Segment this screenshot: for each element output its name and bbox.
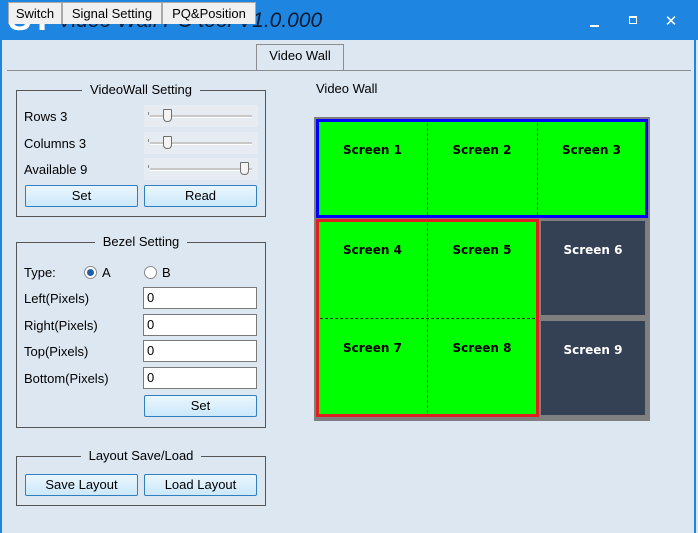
tab-divider bbox=[7, 70, 691, 71]
right-pixels-label: Right(Pixels) bbox=[24, 318, 98, 333]
type-b-label: B bbox=[162, 265, 171, 280]
available-slider[interactable] bbox=[144, 158, 258, 180]
right-pixels-input[interactable]: 0 bbox=[143, 314, 257, 336]
load-layout-button[interactable]: Load Layout bbox=[144, 474, 257, 496]
top-pixels-input[interactable]: 0 bbox=[143, 340, 257, 362]
maximize-button[interactable] bbox=[622, 10, 646, 32]
layout-save-load-title: Layout Save/Load bbox=[80, 448, 202, 463]
rows-slider-thumb[interactable] bbox=[163, 109, 172, 122]
close-button[interactable]: ✕ bbox=[659, 10, 683, 32]
tab-pq-position[interactable]: PQ&Position bbox=[162, 2, 256, 24]
screen-7[interactable]: Screen 7 bbox=[318, 319, 427, 415]
top-pixels-label: Top(Pixels) bbox=[24, 344, 89, 359]
rows-slider[interactable] bbox=[144, 105, 258, 127]
video-wall-title: Video Wall bbox=[316, 81, 378, 96]
left-pixels-input[interactable]: 0 bbox=[143, 287, 257, 309]
columns-slider[interactable] bbox=[144, 132, 258, 154]
screen-9[interactable]: Screen 9 bbox=[541, 321, 645, 415]
minimize-icon bbox=[590, 25, 599, 27]
tab-signal-setting[interactable]: Signal Setting bbox=[62, 2, 162, 24]
videowall-read-button[interactable]: Read bbox=[144, 185, 257, 207]
screen-6[interactable]: Screen 6 bbox=[541, 221, 645, 315]
bezel-setting-title: Bezel Setting bbox=[94, 234, 188, 249]
screen-divider bbox=[537, 123, 538, 215]
screen-3[interactable]: Screen 3 bbox=[537, 121, 646, 217]
save-layout-button[interactable]: Save Layout bbox=[25, 474, 138, 496]
videowall-setting-title: VideoWall Setting bbox=[82, 82, 200, 97]
bottom-pixels-input[interactable]: 0 bbox=[143, 367, 257, 389]
rows-label: Rows 3 bbox=[24, 109, 68, 124]
columns-slider-thumb[interactable] bbox=[163, 136, 172, 149]
type-a-label: A bbox=[102, 265, 111, 280]
screen-4[interactable]: Screen 4 bbox=[318, 221, 427, 317]
videowall-set-button[interactable]: Set bbox=[25, 185, 138, 207]
video-wall-canvas[interactable]: Screen 1 Screen 2 Screen 3 Screen 4 Scre… bbox=[314, 117, 650, 421]
screen-divider bbox=[427, 123, 428, 215]
screen-1[interactable]: Screen 1 bbox=[318, 121, 427, 217]
bottom-pixels-label: Bottom(Pixels) bbox=[24, 371, 109, 386]
screen-2[interactable]: Screen 2 bbox=[427, 121, 537, 217]
close-icon: ✕ bbox=[664, 12, 678, 30]
screen-8[interactable]: Screen 8 bbox=[427, 319, 537, 415]
maximize-icon bbox=[629, 16, 637, 24]
available-slider-thumb[interactable] bbox=[240, 162, 249, 175]
bezel-set-button[interactable]: Set bbox=[144, 395, 257, 417]
available-label: Available 9 bbox=[24, 162, 88, 177]
screen-5[interactable]: Screen 5 bbox=[427, 221, 537, 317]
minimize-button[interactable] bbox=[583, 10, 607, 32]
columns-label: Columns 3 bbox=[24, 136, 87, 151]
type-a-radio[interactable] bbox=[84, 266, 97, 279]
type-label: Type: bbox=[24, 265, 56, 280]
tab-switch[interactable]: Switch bbox=[8, 2, 62, 24]
type-b-radio[interactable] bbox=[144, 266, 157, 279]
left-pixels-label: Left(Pixels) bbox=[24, 291, 90, 306]
tab-video-wall[interactable]: Video Wall bbox=[256, 44, 344, 70]
screen-divider bbox=[320, 318, 535, 319]
